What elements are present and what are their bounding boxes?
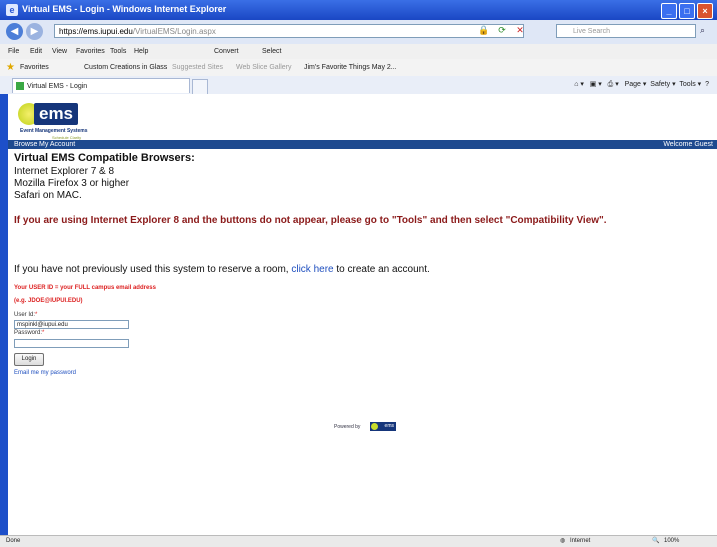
menu-bar: File Edit View Favorites Tools Help Conv…	[0, 44, 717, 59]
fav-item-2[interactable]: Suggested Sites	[172, 59, 223, 76]
convert-button[interactable]: Convert	[214, 44, 239, 59]
nav-browse[interactable]: Browse	[14, 140, 37, 149]
zoom-icon[interactable]: 🔍	[652, 536, 659, 547]
create-account-text: If you have not previously used this sys…	[14, 264, 430, 275]
userid-label-text: User Id:	[14, 312, 36, 318]
status-zoom[interactable]: 100%	[664, 536, 679, 547]
favorites-star-icon[interactable]: ★	[6, 59, 15, 76]
fav-item-3[interactable]: Web Slice Gallery	[236, 59, 292, 76]
maximize-button[interactable]: □	[679, 3, 695, 19]
compatibility-warning: If you are using Internet Explorer 8 and…	[14, 215, 607, 226]
print-icon[interactable]: ⎙ ▾	[608, 81, 619, 88]
address-input[interactable]: https://ems.iupui.edu/VirtualEMS/Login.a…	[54, 24, 524, 38]
status-bar: Done ◍ Internet 🔍 100%	[0, 535, 717, 547]
status-text: Done	[6, 538, 21, 544]
site-navbar: Browse My Account Welcome Guest	[8, 140, 717, 149]
search-input[interactable]: Live Search	[556, 24, 696, 38]
globe-icon: ◍	[560, 538, 566, 544]
status-zone: Internet	[570, 538, 591, 544]
favorites-button[interactable]: Favorites	[20, 59, 49, 76]
userid-example: (e.g. JDOE@IUPUI.EDU)	[14, 298, 83, 304]
userid-label: User Id:*	[14, 312, 37, 318]
ie-icon: e	[6, 4, 18, 16]
password-label-text: Password:	[14, 330, 43, 336]
ems-favicon-icon	[16, 82, 24, 90]
fav-item-4[interactable]: Jim's Favorite Things May 2...	[304, 59, 397, 76]
logo-text: ems	[34, 103, 78, 125]
browser-item-ie: Internet Explorer 7 & 8	[14, 166, 115, 177]
password-input[interactable]	[14, 339, 129, 348]
command-safety[interactable]: Safety	[650, 81, 670, 88]
tab-label: Virtual EMS - Login	[27, 83, 88, 90]
click-here-link[interactable]: click here	[291, 264, 333, 275]
command-bar: ⌂ ▾ ▣ ▾ ⎙ ▾ Page ▾ Safety ▾ Tools ▾ ?	[574, 81, 709, 88]
stop-icon[interactable]: ✕	[514, 24, 526, 36]
tab-bar: Virtual EMS - Login ⌂ ▾ ▣ ▾ ⎙ ▾ Page ▾ S…	[0, 76, 717, 95]
menu-help[interactable]: Help	[134, 44, 148, 59]
command-tools[interactable]: Tools	[679, 81, 695, 88]
minimize-button[interactable]: _	[661, 3, 677, 19]
required-marker: *	[35, 312, 38, 318]
tab-virtual-ems-login[interactable]: Virtual EMS - Login	[12, 78, 190, 93]
home-icon[interactable]: ⌂ ▾	[574, 81, 584, 88]
forward-button[interactable]: ▶	[26, 23, 43, 40]
browser-item-firefox: Mozilla Firefox 3 or higher	[14, 178, 130, 189]
close-button[interactable]: ×	[697, 3, 713, 19]
refresh-icon[interactable]: ⟳	[496, 24, 508, 36]
browser-window: e Virtual EMS - Login - Windows Internet…	[0, 0, 717, 547]
ems-logo: ems Event Management Systems Schedule Cl…	[14, 99, 92, 141]
search-icon[interactable]: ⌕	[700, 25, 705, 36]
back-button[interactable]: ◀	[6, 23, 23, 40]
browser-item-safari: Safari on MAC.	[14, 190, 82, 201]
address-row: ◀ ▶ https://ems.iupui.edu/VirtualEMS/Log…	[0, 20, 717, 44]
favorites-bar: ★ Favorites Custom Creations in Glass Su…	[0, 59, 717, 77]
login-button[interactable]: Login	[14, 353, 44, 366]
new-tab-button[interactable]	[192, 79, 208, 95]
password-label: Password:*	[14, 330, 44, 336]
logo-subtitle: Event Management Systems	[20, 128, 88, 134]
userid-note: Your USER ID = your FULL campus email ad…	[14, 285, 156, 291]
lock-icon[interactable]: 🔒	[478, 24, 490, 36]
userid-input[interactable]: mspinkl@iupui.edu	[14, 320, 129, 329]
url-host: ems.iupui.edu	[83, 27, 133, 36]
powered-by-ems-logo: ems	[370, 422, 396, 431]
page-title: Virtual EMS Compatible Browsers:	[14, 152, 195, 164]
nav-my-account[interactable]: My Account	[39, 140, 75, 149]
info-after: to create an account.	[336, 264, 430, 275]
select-button[interactable]: Select	[262, 44, 281, 59]
url-protocol: https://	[59, 27, 84, 36]
email-password-link[interactable]: Email me my password	[14, 370, 76, 376]
menu-tools[interactable]: Tools	[110, 44, 126, 59]
command-page[interactable]: Page	[625, 81, 641, 88]
help-icon[interactable]: ?	[705, 81, 709, 88]
menu-file[interactable]: File	[8, 44, 19, 59]
menu-edit[interactable]: Edit	[30, 44, 42, 59]
feeds-icon[interactable]: ▣ ▾	[590, 81, 602, 88]
powered-by-text: Powered by	[334, 424, 361, 430]
required-marker: *	[42, 330, 45, 336]
welcome-text: Welcome Guest	[663, 141, 713, 148]
menu-view[interactable]: View	[52, 44, 67, 59]
url-path: /VirtualEMS/Login.aspx	[132, 27, 216, 36]
menu-favorites[interactable]: Favorites	[76, 44, 105, 59]
window-title: Virtual EMS - Login - Windows Internet E…	[22, 4, 227, 14]
info-before: If you have not previously used this sys…	[14, 264, 289, 275]
fav-item-1[interactable]: Custom Creations in Glass	[84, 59, 167, 76]
title-bar: e Virtual EMS - Login - Windows Internet…	[0, 0, 717, 20]
page-content: ems Event Management Systems Schedule Cl…	[8, 94, 717, 535]
